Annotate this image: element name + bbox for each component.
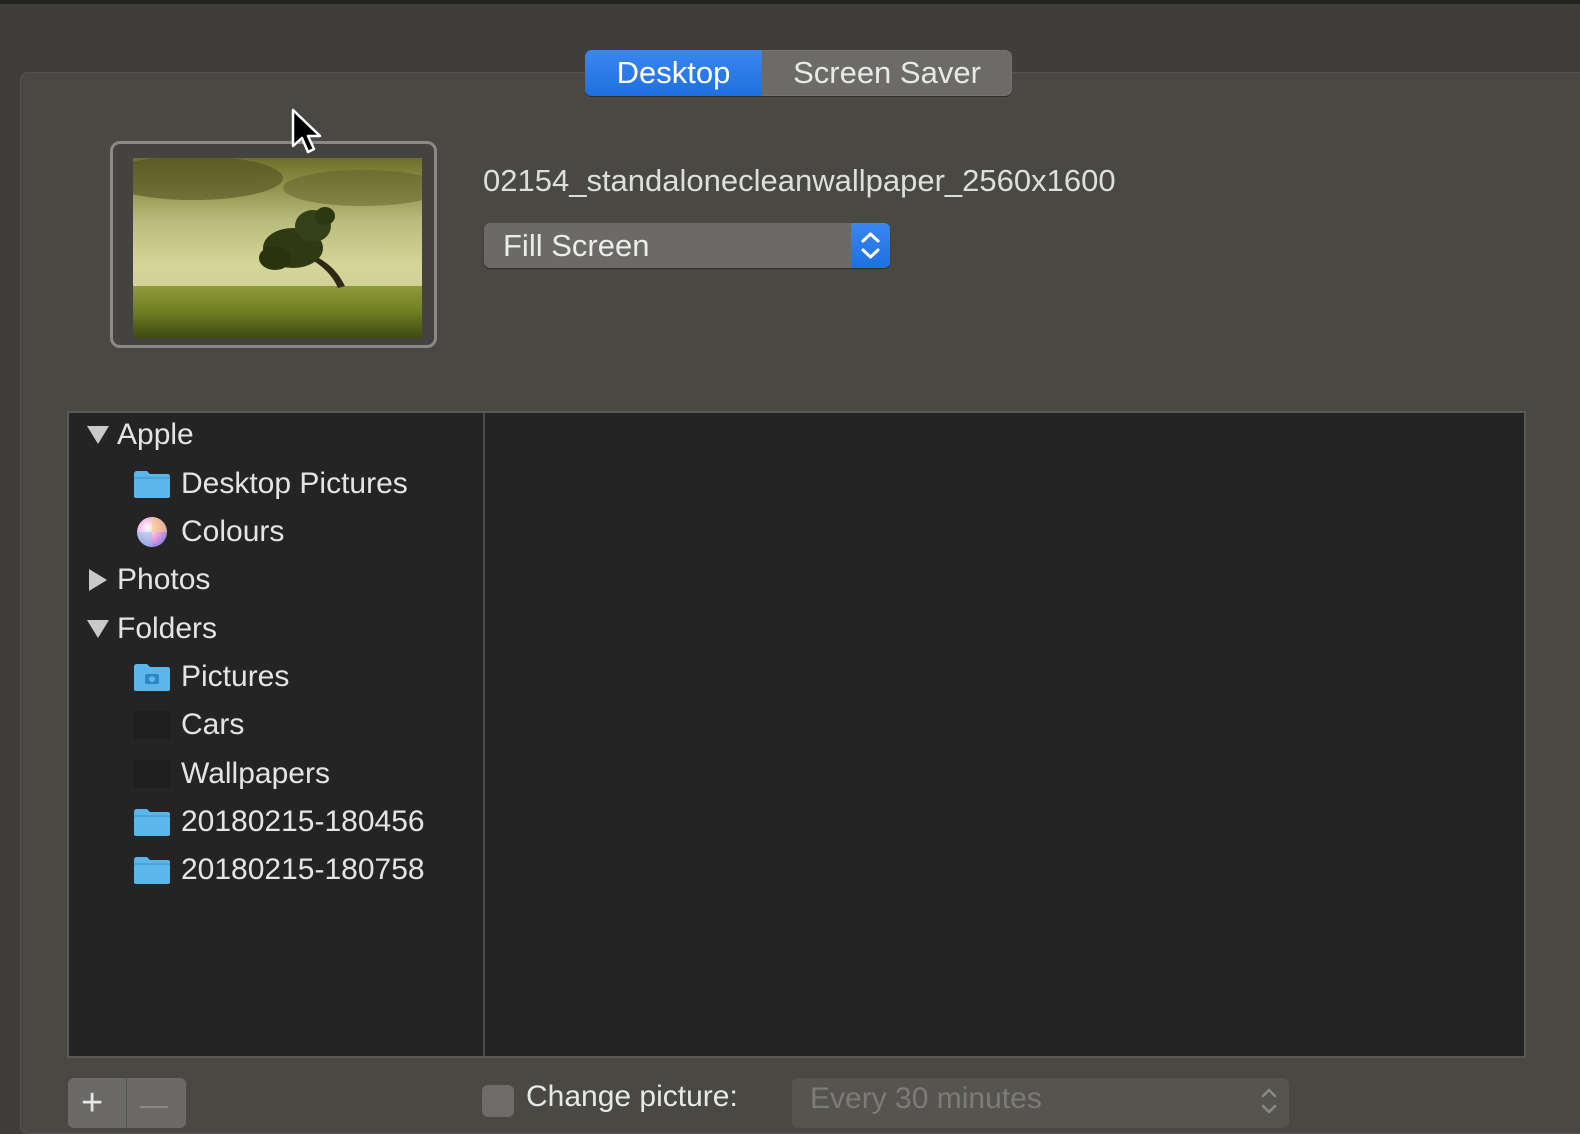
source-item-pictures[interactable]: Pictures <box>133 657 289 697</box>
add-remove-buttons: + — <box>68 1078 186 1128</box>
up-down-chevron-icon <box>1259 1084 1279 1123</box>
source-item-colours[interactable]: Colours <box>133 512 284 552</box>
add-folder-button[interactable]: + <box>68 1078 126 1128</box>
source-item-label: 20180215-180456 <box>181 805 425 838</box>
remove-folder-button[interactable]: — <box>126 1078 185 1128</box>
folder-icon <box>133 469 171 499</box>
disclosure-collapsed-icon[interactable] <box>85 560 111 600</box>
tab-screen-saver[interactable]: Screen Saver <box>762 50 1012 96</box>
source-item-label: Wallpapers <box>181 757 330 790</box>
mouse-pointer-icon <box>290 108 324 161</box>
minus-icon: — <box>140 1089 168 1120</box>
source-item-folder-180758[interactable]: 20180215-180758 <box>133 850 425 890</box>
tab-desktop[interactable]: Desktop <box>585 50 762 96</box>
wallpaper-thumbnail <box>133 158 422 338</box>
disclosure-expanded-icon[interactable] <box>85 609 111 649</box>
up-down-chevron-icon <box>851 223 890 268</box>
thumbnail-icon <box>133 759 171 789</box>
pictures-folder-icon <box>133 662 171 692</box>
source-item-cars[interactable]: Cars <box>133 705 244 745</box>
change-picture-label: Change picture: <box>526 1080 738 1113</box>
source-group-label: Folders <box>117 612 218 645</box>
wallpaper-preview <box>110 141 437 348</box>
wallpaper-filename: 02154_standalonecleanwallpaper_2560x1600 <box>483 163 1116 198</box>
source-group-apple[interactable]: Apple <box>85 415 194 455</box>
folder-icon <box>133 807 171 837</box>
folder-icon <box>133 855 171 885</box>
source-group-photos[interactable]: Photos <box>85 560 210 600</box>
source-item-label: Pictures <box>181 660 290 693</box>
change-interval-value: Every 30 minutes <box>810 1082 1042 1115</box>
disclosure-expanded-icon[interactable] <box>85 415 111 455</box>
source-list: Apple Desktop Pictures Colours Photos Fo… <box>69 413 485 1056</box>
color-wheel-icon <box>133 517 171 547</box>
change-picture-checkbox[interactable] <box>482 1085 514 1117</box>
tab-switcher: Desktop Screen Saver <box>585 50 1012 96</box>
source-group-label: Apple <box>117 418 194 451</box>
source-group-folders[interactable]: Folders <box>85 609 217 649</box>
image-grid <box>485 413 1524 1056</box>
fit-mode-dropdown[interactable]: Fill Screen <box>484 223 890 268</box>
change-interval-dropdown[interactable]: Every 30 minutes <box>792 1078 1289 1128</box>
source-group-label: Photos <box>117 563 211 596</box>
source-item-label: 20180215-180758 <box>181 853 425 886</box>
thumbnail-icon <box>133 710 171 740</box>
source-item-folder-180456[interactable]: 20180215-180456 <box>133 802 425 842</box>
source-item-label: Colours <box>181 515 285 548</box>
source-item-label: Desktop Pictures <box>181 467 408 500</box>
fit-mode-value: Fill Screen <box>503 228 650 263</box>
plus-icon: + <box>81 1082 104 1124</box>
source-item-desktop-pictures[interactable]: Desktop Pictures <box>133 464 408 504</box>
source-item-wallpapers[interactable]: Wallpapers <box>133 754 330 794</box>
window-top-edge <box>0 0 1580 4</box>
source-browser: Apple Desktop Pictures Colours Photos Fo… <box>67 411 1526 1058</box>
source-item-label: Cars <box>181 708 245 741</box>
